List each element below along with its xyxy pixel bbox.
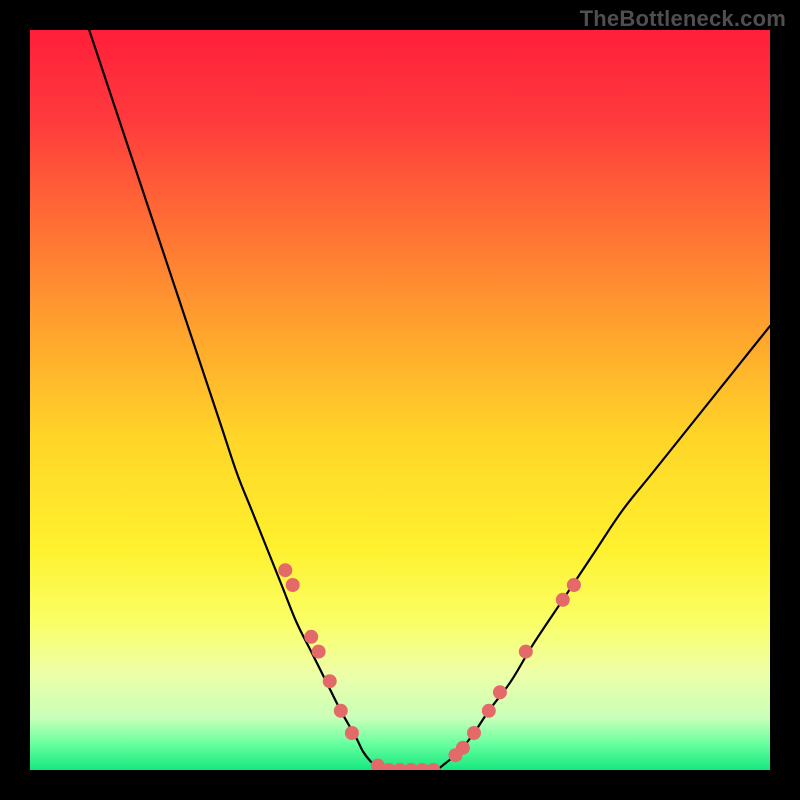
marker-dot	[482, 704, 496, 718]
marker-dot	[278, 563, 292, 577]
watermark-text: TheBottleneck.com	[580, 6, 786, 32]
marker-dot	[312, 645, 326, 659]
marker-dot	[304, 630, 318, 644]
marker-dot	[286, 578, 300, 592]
marker-dot	[323, 674, 337, 688]
marker-dot	[345, 726, 359, 740]
marker-dot	[334, 704, 348, 718]
chart-svg	[30, 30, 770, 770]
marker-dot	[567, 578, 581, 592]
marker-dot	[493, 685, 507, 699]
chart-background	[30, 30, 770, 770]
marker-dot	[556, 593, 570, 607]
chart-container	[30, 30, 770, 770]
marker-dot	[519, 645, 533, 659]
marker-dot	[467, 726, 481, 740]
marker-dot	[456, 741, 470, 755]
